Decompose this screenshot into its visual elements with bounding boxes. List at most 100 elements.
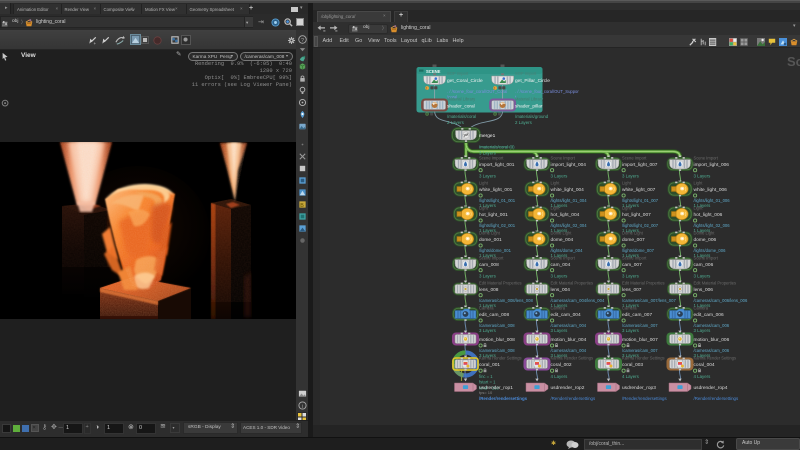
svg-text:coral_003: coral_003 <box>622 362 643 368</box>
svg-text:coral_002: coral_002 <box>551 362 572 368</box>
svg-text:. / /scene_four_coral/OUT_Cora: . / /scene_four_coral/OUT_Coral <box>447 89 507 94</box>
svg-text:SOP Import: SOP Import <box>447 71 469 76</box>
svg-text:Material Library: Material Library <box>447 97 476 102</box>
svg-text:import_light_004: import_light_004 <box>551 162 587 168</box>
svg-text:Scene Import: Scene Import <box>694 156 719 161</box>
svg-text:hot_light_001: hot_light_001 <box>479 212 508 218</box>
svg-text:usdrender_rop2: usdrender_rop2 <box>551 385 585 391</box>
svg-text:Dome Light: Dome Light <box>622 231 644 236</box>
svg-text:cam_008: cam_008 <box>479 262 499 268</box>
svg-text:coral_004: coral_004 <box>694 362 715 368</box>
svg-text:3 Layers: 3 Layers <box>551 273 569 278</box>
svg-text:Material Library: Material Library <box>515 97 544 102</box>
svg-text:Scene Import: Scene Import <box>694 256 719 261</box>
svg-text:/lights/light_02_001: /lights/light_02_001 <box>479 223 516 228</box>
svg-text:3 Layers: 3 Layers <box>479 173 497 178</box>
svg-text:/lights/light_02_007: /lights/light_02_007 <box>622 223 659 228</box>
svg-text:/Render/rendersettings: /Render/rendersettings <box>551 396 596 401</box>
svg-text:Dome Light: Dome Light <box>551 231 573 236</box>
svg-text:/cameras/cam_006: /cameras/cam_006 <box>694 323 730 328</box>
svg-text:hot_light_007: hot_light_007 <box>622 212 651 218</box>
svg-text:4 Layers: 4 Layers <box>622 374 640 379</box>
svg-text:B: B <box>300 203 304 209</box>
svg-text:lens_007: lens_007 <box>622 287 642 293</box>
svg-text:Light: Light <box>622 206 632 211</box>
svg-text:Light: Light <box>551 181 561 186</box>
svg-text:/cameras/cam_008/lens_008: /cameras/cam_008/lens_008 <box>479 298 533 303</box>
svg-text:get_Pillar_Circle: get_Pillar_Circle <box>515 78 550 84</box>
svg-text:usdrender_rop3: usdrender_rop3 <box>622 385 656 391</box>
svg-text:Light: Light <box>622 181 632 186</box>
svg-text:/materials/coral: /materials/coral <box>447 114 476 119</box>
svg-text:white_light_001: white_light_001 <box>479 187 513 193</box>
svg-text:3 Layers: 3 Layers <box>694 328 712 333</box>
svg-text:i: i <box>301 404 302 410</box>
svg-text:lens_008: lens_008 <box>479 287 499 293</box>
svg-text:Dome Light: Dome Light <box>694 231 716 236</box>
svg-text:white_light_006: white_light_006 <box>694 187 728 193</box>
svg-text:Edit Material Properties: Edit Material Properties <box>551 281 594 286</box>
svg-text:Scene Import: Scene Import <box>479 256 504 261</box>
svg-text:get_Coral_Circle: get_Coral_Circle <box>447 78 483 84</box>
svg-text:/lights/light_01_004: /lights/light_01_004 <box>551 198 588 203</box>
svg-text:2 Layers: 2 Layers <box>447 120 465 125</box>
svg-text:Karma Render Settings: Karma Render Settings <box>622 356 665 361</box>
svg-text:dome_007: dome_007 <box>622 237 645 243</box>
svg-text:fps= 10: fps= 10 <box>479 390 493 395</box>
svg-text:lens_006: lens_006 <box>694 287 714 293</box>
svg-text:Scene Import: Scene Import <box>622 156 647 161</box>
svg-text:/cameras/cam_007/lens_007: /cameras/cam_007/lens_007 <box>622 298 676 303</box>
svg-text:motion_blur_007: motion_blur_007 <box>622 337 658 343</box>
svg-text:/cameras/cam_004/lens_004: /cameras/cam_004/lens_004 <box>551 298 605 303</box>
svg-text:shader_coral: shader_coral <box>447 103 475 109</box>
svg-text:3 Layers: 3 Layers <box>694 273 712 278</box>
svg-text:SOP Import: SOP Import <box>515 71 537 76</box>
svg-text:Light: Light <box>551 206 561 211</box>
svg-text:finc = 1: finc = 1 <box>479 374 493 379</box>
svg-text:Edit Material Properties: Edit Material Properties <box>479 281 522 286</box>
svg-text:Scene Import: Scene Import <box>622 256 647 261</box>
svg-text:edit_cam_008: edit_cam_008 <box>479 312 509 318</box>
svg-text:/cameras/cam_007: /cameras/cam_007 <box>622 348 658 353</box>
svg-text:Edit Material Properties: Edit Material Properties <box>622 281 665 286</box>
svg-text:/lights/dome_001: /lights/dome_001 <box>479 248 512 253</box>
svg-text:fstart = 1: fstart = 1 <box>479 380 496 385</box>
svg-text:3 Layers: 3 Layers <box>479 328 497 333</box>
svg-text:/cameras/cam_006: /cameras/cam_006 <box>694 348 730 353</box>
svg-text:2 Layers: 2 Layers <box>515 120 533 125</box>
svg-text:dome_004: dome_004 <box>551 237 574 243</box>
svg-text:/Render/rendersettings: /Render/rendersettings <box>694 396 739 401</box>
svg-text:Camera: Camera <box>479 306 494 311</box>
svg-text:4 Layers: 4 Layers <box>551 374 569 379</box>
svg-text:/lights/light_02_004: /lights/light_02_004 <box>551 223 588 228</box>
svg-text:3 Layers: 3 Layers <box>551 328 569 333</box>
svg-text:?: ? <box>301 37 304 43</box>
svg-text:/cameras/cam_007: /cameras/cam_007 <box>622 323 658 328</box>
svg-text:lens_004: lens_004 <box>551 287 571 293</box>
svg-text:/lights/light_01_007: /lights/light_01_007 <box>622 198 659 203</box>
svg-text:/Render/rendersettings: /Render/rendersettings <box>479 396 528 401</box>
svg-text:/lights/dome_007: /lights/dome_007 <box>622 248 655 253</box>
svg-text:shader_pillar: shader_pillar <box>515 103 543 109</box>
svg-text:3 Layers: 3 Layers <box>479 273 497 278</box>
svg-text:edit_cam_006: edit_cam_006 <box>694 312 724 318</box>
svg-text:dome_001: dome_001 <box>479 237 502 243</box>
svg-text:/cameras/cam_006/lens_006: /cameras/cam_006/lens_006 <box>694 298 748 303</box>
svg-text:/lights/light_01_001: /lights/light_01_001 <box>479 198 516 203</box>
svg-text:Light: Light <box>479 181 489 186</box>
svg-text:Camera: Camera <box>622 306 637 311</box>
svg-text:Dome Light: Dome Light <box>479 231 501 236</box>
svg-text:dome_006: dome_006 <box>694 237 717 243</box>
svg-text:motion_blur_008: motion_blur_008 <box>479 337 515 343</box>
svg-text:/cameras/cam_004: /cameras/cam_004 <box>551 348 587 353</box>
svg-text:coral_001: coral_001 <box>479 362 500 368</box>
svg-text:Karma Render Settings: Karma Render Settings <box>479 356 522 361</box>
svg-text:/lights/dome_004: /lights/dome_004 <box>551 248 584 253</box>
svg-text:motion_blur_004: motion_blur_004 <box>551 337 587 343</box>
svg-text:cam_007: cam_007 <box>622 262 642 268</box>
svg-text:SCENE: SCENE <box>426 69 441 74</box>
svg-text:Edit Material Properties: Edit Material Properties <box>694 281 737 286</box>
svg-text:3 Layers: 3 Layers <box>694 173 712 178</box>
svg-text:/lights/light_01_006: /lights/light_01_006 <box>694 198 731 203</box>
svg-text:Scene Import: Scene Import <box>551 256 576 261</box>
